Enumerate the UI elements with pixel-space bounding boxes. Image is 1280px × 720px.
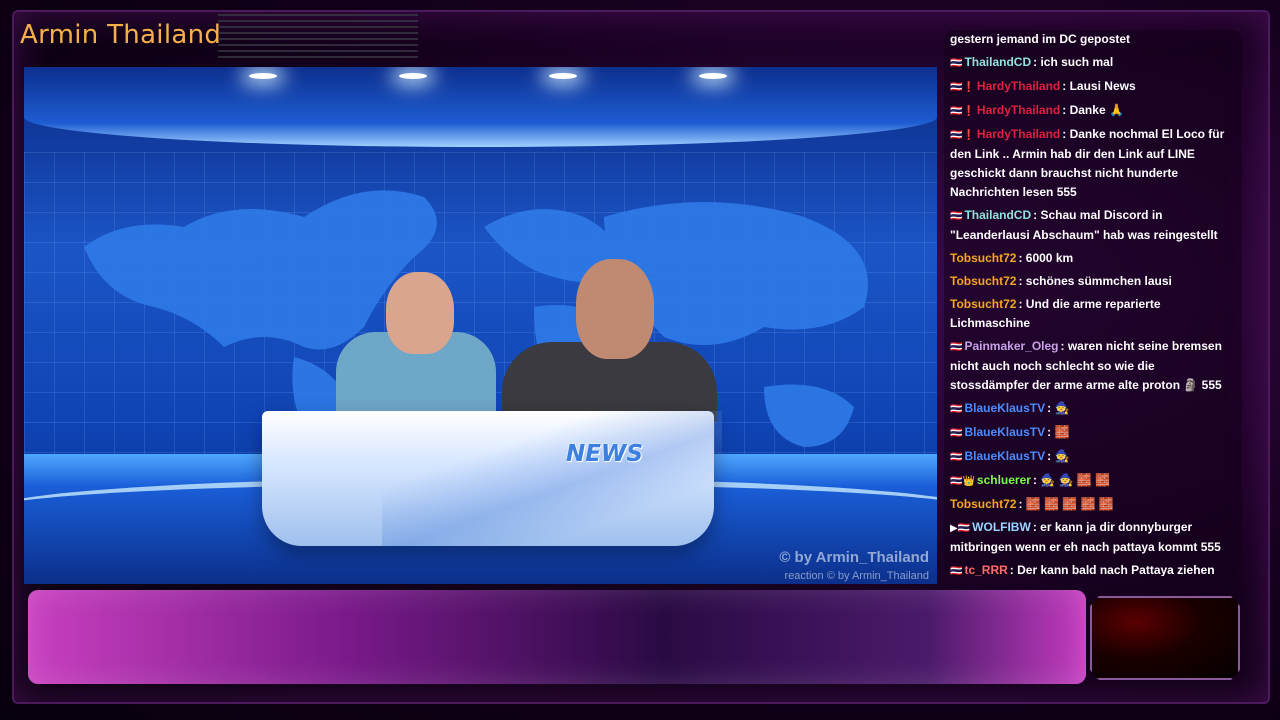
chat-text: : 🧙 [1047, 449, 1070, 463]
chat-username[interactable]: WOLFIBW [972, 520, 1031, 534]
chat-message: Tobsucht72: 🧱 🧱 🧱 🧱 🧱 [944, 495, 1242, 514]
chat-message: 🇹🇭 BlaueKlausTV: 🧱 [944, 423, 1242, 443]
desk-swoosh [382, 411, 722, 546]
chat-text: : Der kann bald nach Pattaya ziehen [1009, 563, 1215, 576]
host-right-head [576, 259, 654, 359]
video-watermark-small: reaction © by Armin_Thailand [784, 570, 929, 582]
chat-text: : Danke 🙏 [1062, 103, 1124, 117]
studio-ceiling [24, 67, 937, 147]
stream-video[interactable]: NEWS © by Armin_Thailand reaction © by A… [24, 67, 937, 584]
user-badge-icon: 🇹🇭❗ [950, 106, 975, 117]
chat-message: Tobsucht72: 6000 km [944, 249, 1242, 268]
user-badge-icon: 🇹🇭 [950, 566, 963, 576]
chat-message: 🇹🇭 ThailandCD: ich such mal [944, 53, 1242, 73]
desk-news-label: NEWS [566, 441, 643, 467]
ceiling-light [549, 73, 577, 79]
chat-text: : ich such mal [1033, 55, 1114, 69]
chat-username[interactable]: Tobsucht72 [950, 251, 1016, 265]
chat-username[interactable]: tc_RRR [964, 563, 1007, 576]
chat-message: 🇹🇭 BlaueKlausTV: 🧙 [944, 399, 1242, 419]
host-left-head [386, 272, 454, 354]
chat-text: : 6000 km [1018, 251, 1074, 265]
user-badge-icon: 🇹🇭 [950, 404, 963, 415]
ceiling-light [699, 73, 727, 79]
chat-message: 🇹🇭 tc_RRR: Der kann bald nach Pattaya zie… [944, 561, 1242, 576]
chat-username[interactable]: ThailandCD [964, 208, 1031, 222]
chat-message: 🇹🇭 BlaueKlausTV: 🧙 [944, 447, 1242, 467]
chat-text: : 🧙 [1047, 401, 1070, 415]
chat-username[interactable]: BlaueKlausTV [964, 401, 1045, 415]
chat-message: 🇹🇭 Painmaker_Oleg: waren nicht seine brem… [944, 337, 1242, 395]
chat-message: 🇹🇭❗ HardyThailand: Danke 🙏 [944, 101, 1242, 121]
chat-text: : 🧱 🧱 🧱 🧱 🧱 [1018, 497, 1114, 511]
channel-title: Armin Thailand [20, 20, 222, 50]
chat-message: ▶🇹🇭 WOLFIBW: er kann ja dir donnyburger m… [944, 518, 1242, 557]
chat-message: 🇹🇭❗ HardyThailand: Lausi News [944, 77, 1242, 97]
chat-username[interactable]: Tobsucht72 [950, 274, 1016, 288]
user-badge-icon: 🇹🇭 [950, 211, 963, 222]
ceiling-light [399, 73, 427, 79]
title-decoration [218, 14, 418, 60]
chat-panel[interactable]: gestern jemand im DC gepostet 🇹🇭 ThailandC… [944, 30, 1242, 576]
chat-username[interactable]: BlaueKlausTV [964, 449, 1045, 463]
user-badge-icon: ▶🇹🇭 [950, 523, 971, 534]
chat-username[interactable]: ThailandCD [964, 55, 1031, 69]
user-badge-icon: 🇹🇭 [950, 342, 963, 353]
chat-message: Tobsucht72: schönes sümmchen lausi [944, 272, 1242, 291]
chat-message: 🇹🇭 ThailandCD: Schau mal Discord in "Lean… [944, 206, 1242, 245]
chat-text: : 🧱 [1047, 425, 1070, 439]
chat-username[interactable]: Tobsucht72 [950, 297, 1016, 311]
mini-camera-feed [1090, 596, 1240, 680]
chat-text: gestern jemand im DC gepostet [950, 32, 1131, 46]
user-badge-icon: 🇹🇭 [950, 452, 963, 463]
chat-username[interactable]: HardyThailand [977, 79, 1060, 93]
chat-message: 🇹🇭❗ HardyThailand: Danke nochmal El Loco … [944, 125, 1242, 202]
chat-text: : schönes sümmchen lausi [1018, 274, 1172, 288]
chat-username[interactable]: schluerer [977, 473, 1031, 487]
video-watermark: © by Armin_Thailand [779, 549, 929, 566]
news-desk: NEWS [262, 411, 722, 546]
chat-message: gestern jemand im DC gepostet [944, 30, 1242, 49]
chat-username[interactable]: Painmaker_Oleg [964, 339, 1058, 353]
chat-text: : Lausi News [1062, 79, 1136, 93]
user-badge-icon: 🇹🇭❗ [950, 82, 975, 93]
chat-message: 🇹🇭👑 schluerer: 🧙 🧙 🧱 🧱 [944, 471, 1242, 491]
chat-text: : 🧙 🧙 🧱 🧱 [1032, 473, 1111, 487]
user-badge-icon: 🇹🇭 [950, 428, 963, 439]
chat-username[interactable]: HardyThailand [977, 127, 1060, 141]
chat-username[interactable]: BlaueKlausTV [964, 425, 1045, 439]
user-badge-icon: 🇹🇭❗ [950, 130, 975, 141]
user-badge-icon: 🇹🇭👑 [950, 476, 975, 487]
chat-message: Tobsucht72: Und die arme reparierte Lich… [944, 295, 1242, 333]
user-badge-icon: 🇹🇭 [950, 58, 963, 69]
ceiling-light [249, 73, 277, 79]
chat-username[interactable]: Tobsucht72 [950, 497, 1016, 511]
chat-username[interactable]: HardyThailand [977, 103, 1060, 117]
bottom-overlay-bar [28, 590, 1086, 684]
